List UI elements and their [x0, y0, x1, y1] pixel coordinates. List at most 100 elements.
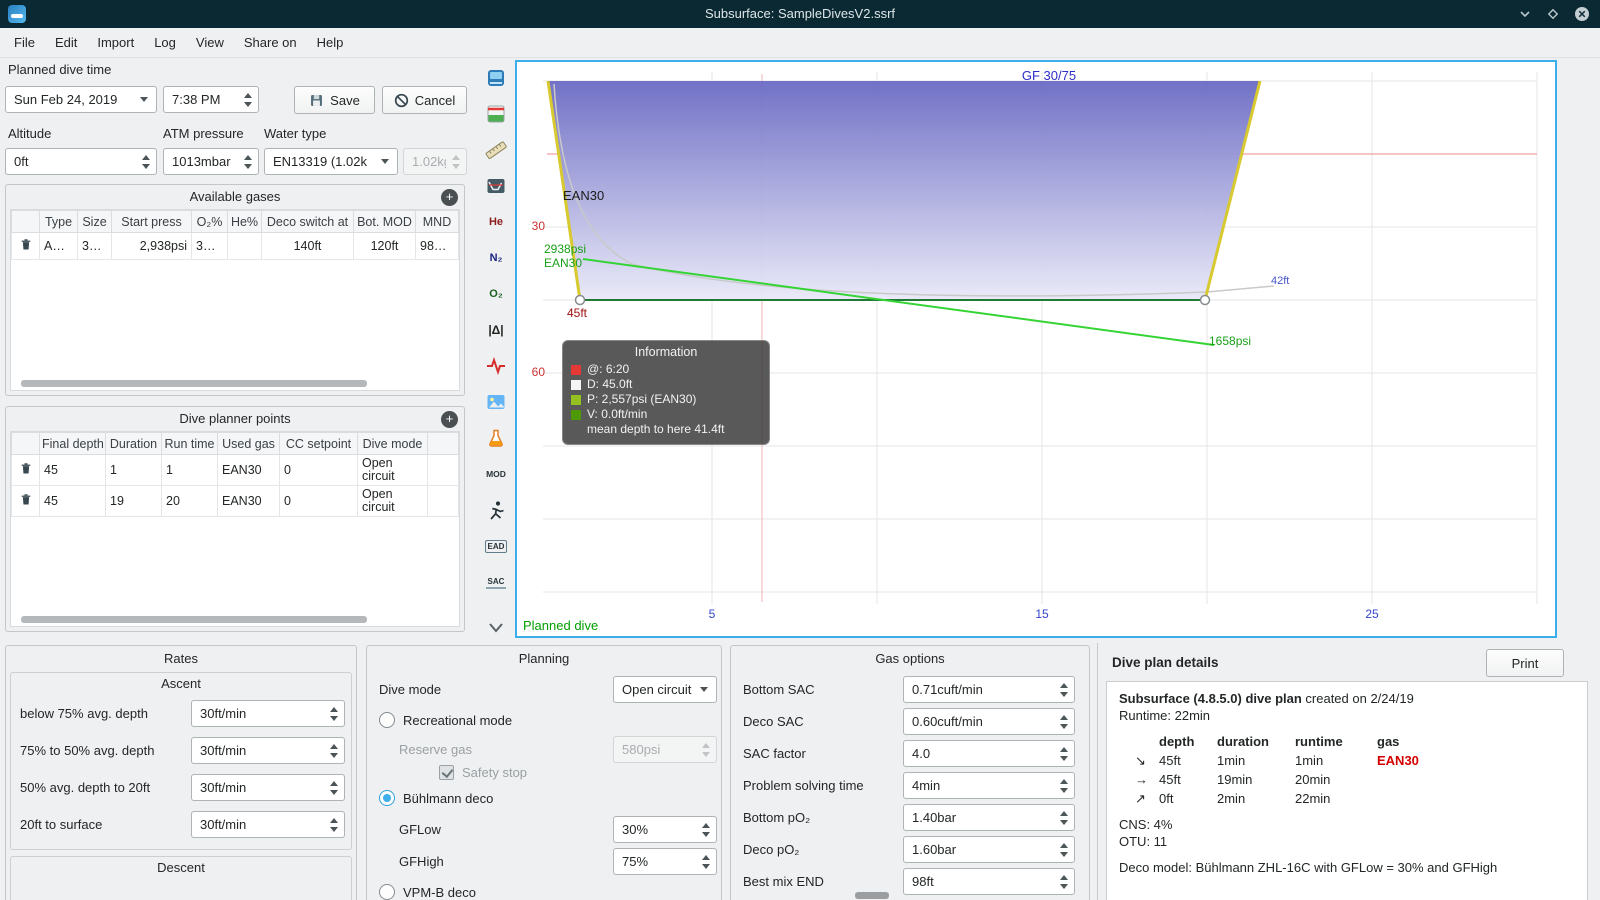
- spinner-arrows[interactable]: [139, 154, 152, 169]
- spinner-arrows[interactable]: [327, 706, 340, 721]
- print-button[interactable]: Print: [1486, 649, 1564, 677]
- scale-icon[interactable]: [479, 98, 513, 130]
- he-graph-icon[interactable]: He: [479, 206, 513, 238]
- spinner-arrows[interactable]: [1057, 874, 1070, 889]
- spinner-arrows[interactable]: [327, 780, 340, 795]
- col-bot-mod[interactable]: Bot. MOD: [353, 210, 416, 233]
- delete-point-icon[interactable]: [19, 463, 33, 479]
- col-used-gas[interactable]: Used gas: [217, 432, 280, 455]
- menu-view[interactable]: View: [186, 30, 234, 55]
- rate-spinbox-3[interactable]: 30ft/min: [191, 774, 345, 801]
- spinner-arrows[interactable]: [1057, 810, 1070, 825]
- recreational-mode-radio[interactable]: Recreational mode: [379, 712, 512, 728]
- spinner-arrows[interactable]: [699, 822, 712, 837]
- spinner-arrows[interactable]: [1057, 714, 1070, 729]
- spinner-arrows[interactable]: [1057, 778, 1070, 793]
- col-mnd[interactable]: MND: [415, 210, 459, 233]
- delete-point-icon[interactable]: [19, 494, 33, 510]
- col-dive-mode[interactable]: Dive mode: [357, 432, 428, 455]
- spinner-arrows[interactable]: [327, 817, 340, 832]
- rate-spinbox-4[interactable]: 30ft/min: [191, 811, 345, 838]
- points-horizontal-scrollbar[interactable]: [21, 616, 367, 623]
- photos-icon[interactable]: [479, 386, 513, 418]
- planner-point-row[interactable]: 45 1 1 EAN30 0 Open circuit: [11, 454, 459, 486]
- add-gas-button[interactable]: +: [441, 189, 458, 206]
- dive-date-combo[interactable]: Sun Feb 24, 2019: [5, 86, 157, 113]
- dive-profile-chart[interactable]: GF 30/75 EAN30 2938psi EAN30 45ft 1658ps…: [515, 60, 1557, 638]
- gf-label: GF 30/75: [1021, 68, 1077, 83]
- dive-computer-icon[interactable]: [479, 62, 513, 94]
- spinner-arrows[interactable]: [1057, 842, 1070, 857]
- spinner-arrows[interactable]: [1057, 746, 1070, 761]
- maximize-icon[interactable]: [1546, 7, 1560, 21]
- menu-share-on[interactable]: Share on: [234, 30, 307, 55]
- gflow-spinbox[interactable]: 30%: [613, 816, 717, 843]
- spinner-arrows[interactable]: [1057, 682, 1070, 697]
- rate-spinbox-2[interactable]: 30ft/min: [191, 737, 345, 764]
- rate-spinbox-1[interactable]: 30ft/min: [191, 700, 345, 727]
- ascent-title: Ascent: [161, 676, 201, 691]
- menu-help[interactable]: Help: [307, 30, 354, 55]
- col-start-press[interactable]: Start press: [111, 210, 192, 233]
- bottom-po2-label: Bottom pO₂: [743, 810, 811, 825]
- col-size[interactable]: Size: [77, 210, 112, 233]
- menu-import[interactable]: Import: [87, 30, 144, 55]
- col-o2[interactable]: O₂%: [191, 210, 228, 233]
- ceiling-icon[interactable]: [479, 422, 513, 454]
- gfhigh-spinbox[interactable]: 75%: [613, 848, 717, 875]
- col-cc-setpoint[interactable]: CC setpoint: [279, 432, 358, 455]
- water-type-combo[interactable]: EN13319 (1.02k: [264, 148, 398, 175]
- menu-log[interactable]: Log: [144, 30, 186, 55]
- waypoint-handle[interactable]: [1199, 294, 1211, 306]
- deco-po2-spinbox[interactable]: 1.60bar: [903, 836, 1075, 863]
- legend-square-lightgreen: [571, 394, 581, 405]
- o2-graph-icon[interactable]: O₂: [479, 278, 513, 310]
- col-duration[interactable]: Duration: [105, 432, 162, 455]
- add-point-button[interactable]: +: [441, 411, 458, 428]
- sac-icon[interactable]: SAC: [479, 566, 513, 598]
- spinner-arrows[interactable]: [241, 92, 254, 107]
- sac-factor-spinbox[interactable]: 4.0: [903, 740, 1075, 767]
- planner-point-row[interactable]: 45 19 20 EAN30 0 Open circuit: [11, 485, 459, 517]
- col-type[interactable]: Type: [39, 210, 78, 233]
- bottom-scrollbar-handle[interactable]: [855, 892, 889, 899]
- spinner-arrows[interactable]: [699, 854, 712, 869]
- ruler-icon[interactable]: [479, 134, 513, 166]
- toolbar-scroll-down-icon[interactable]: [479, 618, 513, 638]
- close-icon[interactable]: [1574, 6, 1590, 22]
- dive-time-spinbox[interactable]: 7:38 PM: [163, 86, 259, 113]
- n2-graph-icon[interactable]: N₂: [479, 242, 513, 274]
- spinner-arrows[interactable]: [241, 154, 254, 169]
- cancel-button[interactable]: Cancel: [382, 86, 467, 114]
- vpmb-deco-radio[interactable]: VPM-B deco: [379, 884, 476, 900]
- bottom-sac-spinbox[interactable]: 0.71cuft/min: [903, 676, 1075, 703]
- ndl-runner-icon[interactable]: [479, 494, 513, 526]
- delta-icon[interactable]: |Δ|: [479, 314, 513, 346]
- menu-file[interactable]: File: [4, 30, 45, 55]
- altitude-spinbox[interactable]: 0ft: [5, 148, 157, 175]
- spinner-arrows[interactable]: [327, 743, 340, 758]
- shade-icon[interactable]: [1518, 7, 1532, 21]
- bottom-po2-spinbox[interactable]: 1.40bar: [903, 804, 1075, 831]
- gas-row[interactable]: A… 3… 2,938psi 3… 140ft 120ft 98…: [11, 232, 459, 260]
- delete-gas-icon[interactable]: [19, 239, 33, 255]
- menu-edit[interactable]: Edit: [45, 30, 87, 55]
- col-final-depth[interactable]: Final depth: [39, 432, 106, 455]
- buhlmann-deco-radio[interactable]: Bühlmann deco: [379, 790, 493, 806]
- atm-pressure-spinbox[interactable]: 1013mbar: [163, 148, 259, 175]
- profile-icon[interactable]: [479, 170, 513, 202]
- save-button[interactable]: Save: [294, 86, 375, 114]
- mod-icon[interactable]: MOD: [479, 458, 513, 490]
- waypoint-handle[interactable]: [574, 294, 586, 306]
- gases-horizontal-scrollbar[interactable]: [21, 380, 367, 387]
- deco-sac-spinbox[interactable]: 0.60cuft/min: [903, 708, 1075, 735]
- dive-mode-combo[interactable]: Open circuit: [613, 676, 717, 703]
- col-he[interactable]: He%: [227, 210, 262, 233]
- titlebar[interactable]: Subsurface: SampleDivesV2.ssrf: [0, 0, 1600, 28]
- col-run-time[interactable]: Run time: [161, 432, 218, 455]
- ead-icon[interactable]: EAD: [479, 530, 513, 562]
- problem-solving-time-spinbox[interactable]: 4min: [903, 772, 1075, 799]
- best-mix-end-spinbox[interactable]: 98ft: [903, 868, 1075, 895]
- col-deco-switch[interactable]: Deco switch at: [261, 210, 354, 233]
- heartrate-icon[interactable]: [479, 350, 513, 382]
